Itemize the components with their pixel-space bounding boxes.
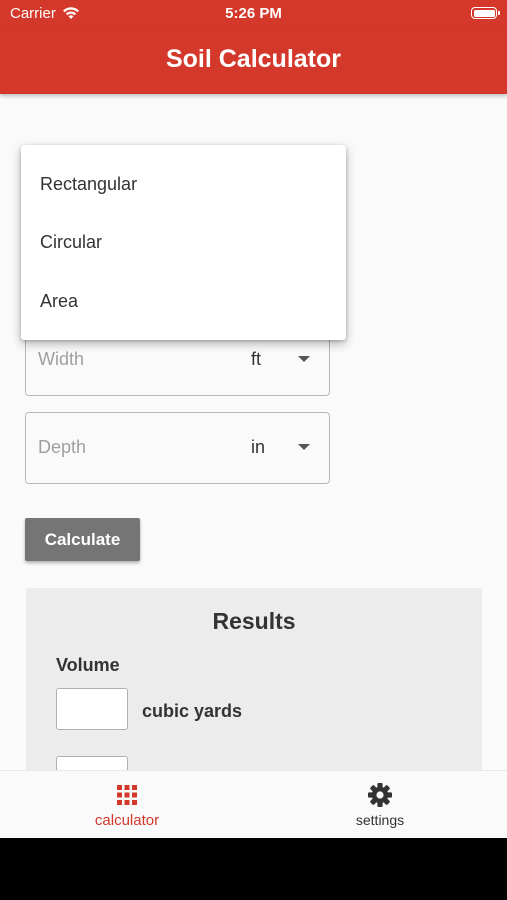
cubic-yards-label: cubic yards — [142, 701, 243, 721]
home-indicator-area — [0, 838, 507, 900]
menu-item-label: Circular — [40, 232, 103, 252]
menu-item-area[interactable]: Area — [21, 272, 346, 330]
cubic-yards-value — [56, 688, 128, 730]
menu-item-rectangular[interactable]: Rectangular — [21, 155, 346, 213]
results-title: Results — [212, 608, 296, 634]
width-placeholder: Width — [38, 349, 85, 369]
page-title: Soil Calculator — [165, 45, 342, 73]
menu-item-label: Area — [40, 291, 79, 311]
calculate-button[interactable]: Calculate — [25, 518, 140, 561]
status-bar: Carrier 5:26 PM — [0, 0, 507, 28]
width-unit-select[interactable]: ft — [251, 349, 261, 370]
menu-item-circular[interactable]: Circular — [21, 213, 346, 271]
bottom-nav: calculator settings — [0, 770, 507, 838]
depth-unit-select[interactable]: in — [251, 437, 265, 458]
grid-icon — [117, 785, 137, 805]
nav-item-calculator[interactable]: calculator — [27, 771, 227, 839]
gear-icon — [368, 783, 392, 807]
volume-label: Volume — [56, 655, 120, 675]
results-card: Results Volume cubic yards — [26, 588, 482, 798]
depth-field[interactable]: Depth in — [25, 412, 330, 484]
nav-label-settings: settings — [355, 812, 405, 828]
depth-placeholder: Depth — [38, 437, 87, 457]
nav-label-calculator: calculator — [94, 812, 160, 829]
battery-icon — [471, 7, 500, 19]
app-bar: Soil Calculator — [0, 28, 507, 94]
chevron-down-icon[interactable] — [298, 356, 310, 362]
nav-item-settings[interactable]: settings — [280, 771, 480, 839]
menu-item-label: Rectangular — [40, 174, 138, 194]
shape-dropdown-menu: Rectangular Circular Area — [21, 145, 346, 340]
chevron-down-icon[interactable] — [298, 444, 310, 450]
status-time: 5:26 PM — [225, 5, 282, 22]
